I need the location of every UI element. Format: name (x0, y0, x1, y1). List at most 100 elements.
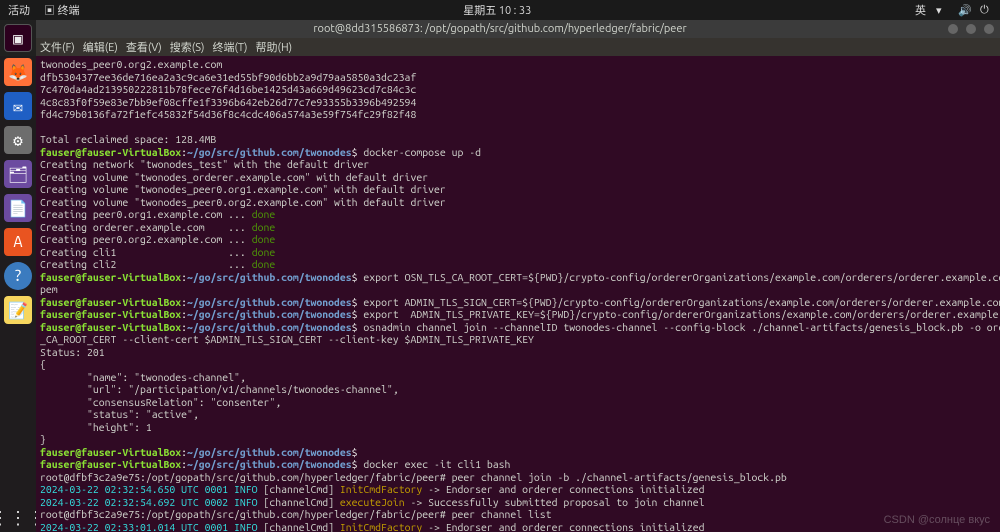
close-button[interactable] (984, 24, 994, 34)
terminal-line: "url": "/participation/v1/channels/twono… (40, 383, 399, 395)
dock-texteditor-icon[interactable]: 📄 (4, 194, 32, 222)
menu-search[interactable]: 搜索(S) (170, 39, 205, 55)
terminal-line: Creating peer0.org1.example.com ... (40, 208, 252, 220)
menu-view[interactable]: 查看(V) (126, 39, 162, 55)
terminal-menubar: 文件(F) 编辑(E) 查看(V) 搜索(S) 终端(T) 帮助(H) (0, 38, 1000, 56)
prompt-sigil: $ (352, 446, 358, 458)
power-icon[interactable]: ⏻ (980, 4, 992, 16)
cmd: docker-compose up -d (358, 146, 481, 158)
cmd: osnadmin channel join --channelID twonod… (358, 321, 1000, 333)
prompt-cwd: ~/go/src/github.com/twonodes (187, 308, 352, 320)
dock: ▣ 🦊 ✉ ⚙ 🗂 📄 A ? 📝 ⋮⋮⋮ (0, 20, 36, 532)
terminal-line: Creating orderer.example.com ... (40, 221, 252, 233)
log-fn: InitCmdFactory (340, 483, 422, 495)
prompt-userhost: fauser@fauser-VirtualBox (40, 271, 181, 283)
terminal-line: Creating cli2 ... (40, 258, 252, 270)
log-msg: -> Successfully submitted proposal to jo… (405, 496, 705, 508)
timestamp: 2024-03-22 02:32:54.692 UTC 0002 INFO (40, 496, 258, 508)
dock-firefox-icon[interactable]: 🦊 (4, 58, 32, 86)
root-prompt: root@dfbf3c2a9e75:/opt/gopath/src/github… (40, 508, 446, 520)
window-title: root@8dd315586873: /opt/gopath/src/githu… (313, 23, 686, 35)
dock-apps-grid-icon[interactable]: ⋮⋮⋮ (4, 504, 32, 532)
terminal-line: Creating volume "twonodes_peer0.org1.exa… (40, 183, 446, 195)
terminal-line: "height": 1 (40, 421, 152, 433)
prompt-userhost: fauser@fauser-VirtualBox (40, 296, 181, 308)
terminal-viewport[interactable]: twonodes_peer0.org2.example.com dfb53043… (36, 56, 1000, 532)
activities-button[interactable]: 活动 (8, 2, 30, 18)
log-component: [channelCmd] (258, 483, 340, 495)
log-fn: executeJoin (340, 496, 405, 508)
terminal-line: { (40, 358, 46, 370)
terminal-line: Creating volume "twonodes_peer0.org2.exa… (40, 196, 446, 208)
menu-terminal[interactable]: 终端(T) (212, 39, 247, 55)
terminal-line: "consensusRelation": "consenter", (40, 396, 281, 408)
done-label: done (252, 221, 276, 233)
prompt-cwd: ~/go/src/github.com/twonodes (187, 296, 352, 308)
window-titlebar: root@8dd315586873: /opt/gopath/src/githu… (0, 20, 1000, 38)
prompt-cwd: ~/go/src/github.com/twonodes (187, 271, 352, 283)
prompt-userhost: fauser@fauser-VirtualBox (40, 308, 181, 320)
log-component: [channelCmd] (258, 521, 340, 532)
clock[interactable]: 星期五 10 : 33 (80, 2, 915, 18)
timestamp: 2024-03-22 02:32:54.650 UTC 0001 INFO (40, 483, 258, 495)
prompt-cwd: ~/go/src/github.com/twonodes (187, 458, 352, 470)
volume-icon[interactable]: 🔊 (958, 4, 970, 16)
done-label: done (252, 246, 276, 258)
prompt-userhost: fauser@fauser-VirtualBox (40, 321, 181, 333)
dock-software-icon[interactable]: A (4, 228, 32, 256)
minimize-button[interactable] (948, 24, 958, 34)
cmd: export OSN_TLS_CA_ROOT_CERT=${PWD}/crypt… (358, 271, 1000, 283)
terminal-line: pem (40, 283, 58, 295)
cmd: peer channel list (446, 508, 552, 520)
menu-edit[interactable]: 编辑(E) (83, 39, 118, 55)
prompt-userhost: fauser@fauser-VirtualBox (40, 446, 181, 458)
terminal-line: fd4c79b0136fa72f1efc45832f54d36f8c4cdc40… (40, 108, 416, 120)
done-label: done (252, 258, 276, 270)
cmd: docker exec -it cli1 bash (358, 458, 511, 470)
terminal-line: Creating peer0.org2.example.com ... (40, 233, 252, 245)
terminal-line: dfb5304377ee36de716ea2a3c9ca6e31ed55bf90… (40, 71, 416, 83)
terminal-line: Status: 201 (40, 346, 105, 358)
menu-file[interactable]: 文件(F) (40, 39, 75, 55)
prompt-cwd: ~/go/src/github.com/twonodes (187, 146, 352, 158)
gnome-topbar: 活动 ▣ 终端 星期五 10 : 33 英 ▾ 🔊 ⏻ (0, 0, 1000, 20)
prompt-userhost: fauser@fauser-VirtualBox (40, 146, 181, 158)
terminal-line: Creating volume "twonodes_orderer.exampl… (40, 171, 428, 183)
log-component: [channelCmd] (258, 496, 340, 508)
dock-files-icon[interactable]: 🗂 (4, 160, 32, 188)
cmd: peer channel join -b ./channel-artifacts… (446, 471, 787, 483)
timestamp: 2024-03-22 02:33:01.014 UTC 0001 INFO (40, 521, 258, 532)
prompt-cwd: ~/go/src/github.com/twonodes (187, 446, 352, 458)
dock-terminal-icon[interactable]: ▣ (4, 24, 32, 52)
terminal-line: _CA_ROOT_CERT --client-cert $ADMIN_TLS_S… (40, 333, 534, 345)
terminal-line: } (40, 433, 46, 445)
terminal-line: 7c470da4ad213950222811b78fece76f4d16be14… (40, 83, 416, 95)
cmd: export ADMIN_TLS_SIGN_CERT=${PWD}/crypto… (358, 296, 1000, 308)
terminal-line: twonodes_peer0.org2.example.com (40, 58, 222, 70)
done-label: done (252, 208, 276, 220)
cmd: export ADMIN_TLS_PRIVATE_KEY=${PWD}/cryp… (358, 308, 1000, 320)
dock-notes-icon[interactable]: 📝 (4, 296, 32, 324)
menu-help[interactable]: 帮助(H) (256, 39, 293, 55)
watermark: CSDN @солнце вкус (884, 514, 990, 526)
terminal-line: "status": "active", (40, 408, 199, 420)
dock-thunderbird-icon[interactable]: ✉ (4, 92, 32, 120)
input-method-indicator[interactable]: 英 (915, 2, 926, 18)
terminal-line: Creating network "twonodes_test" with th… (40, 158, 369, 170)
log-msg: -> Endorser and orderer connections init… (422, 521, 704, 532)
prompt-cwd: ~/go/src/github.com/twonodes (187, 321, 352, 333)
terminal-line: Total reclaimed space: 128.4MB (40, 133, 216, 145)
prompt-userhost: fauser@fauser-VirtualBox (40, 458, 181, 470)
log-msg: -> Endorser and orderer connections init… (422, 483, 704, 495)
terminal-line: 4c8c83f0f59e83e7bb9ef08cffe1f3396b642eb2… (40, 96, 416, 108)
log-fn: InitCmdFactory (340, 521, 422, 532)
dock-settings-icon[interactable]: ⚙ (4, 126, 32, 154)
terminal-line: Creating cli1 ... (40, 246, 252, 258)
root-prompt: root@dfbf3c2a9e75:/opt/gopath/src/github… (40, 471, 446, 483)
dock-help-icon[interactable]: ? (4, 262, 32, 290)
app-menu[interactable]: ▣ 终端 (44, 2, 80, 18)
maximize-button[interactable] (966, 24, 976, 34)
done-label: done (252, 233, 276, 245)
terminal-line: "name": "twonodes-channel", (40, 371, 246, 383)
network-icon[interactable]: ▾ (936, 4, 948, 16)
